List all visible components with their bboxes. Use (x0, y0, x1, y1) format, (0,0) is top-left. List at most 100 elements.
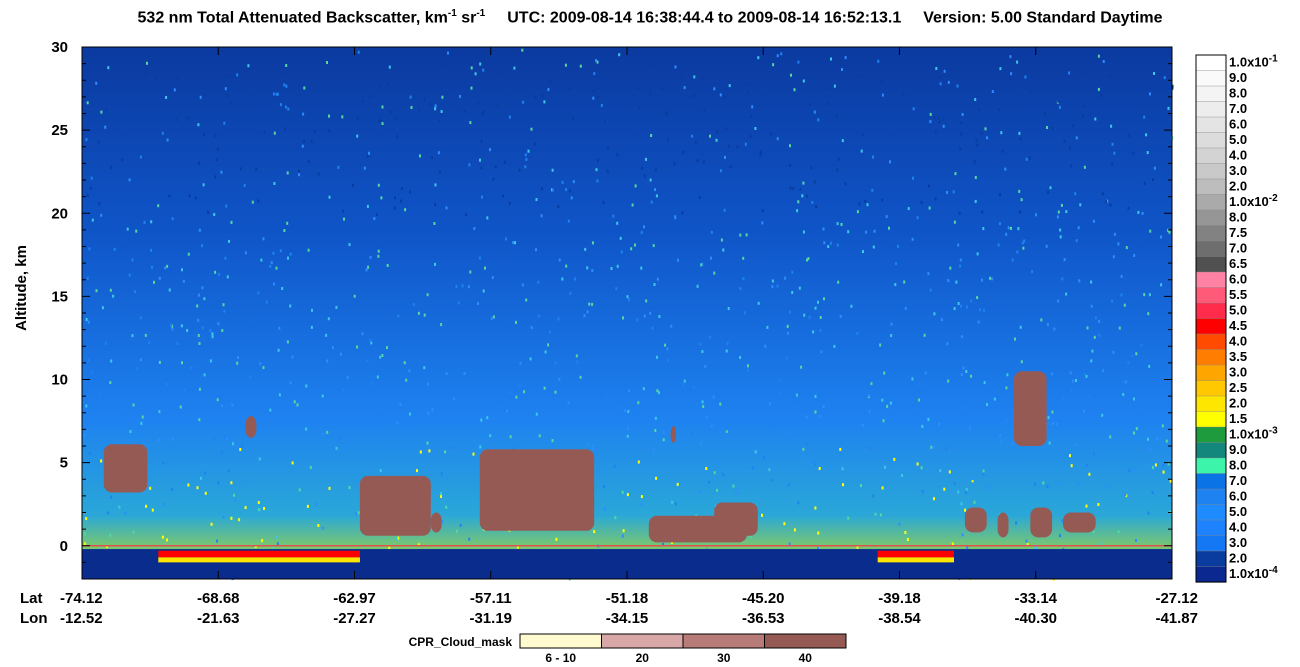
noise-speckle (825, 86, 827, 90)
noise-speckle (1146, 151, 1149, 155)
noise-speckle (1023, 69, 1025, 73)
noise-speckle (369, 95, 372, 99)
noise-speckle (356, 117, 359, 121)
noise-speckle (695, 403, 698, 407)
noise-speckle (479, 62, 482, 66)
noise-speckle (666, 359, 669, 362)
colorbar-label: 7.0 (1229, 101, 1247, 116)
noise-speckle (317, 524, 320, 527)
noise-speckle (171, 327, 174, 331)
noise-speckle (158, 276, 161, 280)
noise-speckle (225, 204, 228, 208)
noise-speckle (1035, 213, 1037, 217)
noise-speckle (739, 287, 742, 291)
noise-speckle (1059, 534, 1061, 538)
noise-speckle (113, 247, 116, 251)
colorbar-segment (1195, 54, 1227, 72)
noise-speckle (469, 121, 472, 125)
noise-speckle (1162, 464, 1165, 467)
noise-speckle (186, 329, 189, 332)
colorbar-label: 6.0 (1229, 117, 1247, 132)
noise-speckle (530, 326, 533, 330)
noise-speckle (1161, 424, 1164, 428)
cloud-mask-bin-label: 6 - 10 (545, 651, 576, 665)
noise-speckle (568, 86, 571, 90)
noise-speckle (511, 51, 514, 55)
noise-speckle (457, 301, 460, 305)
noise-speckle (696, 159, 699, 163)
noise-speckle (957, 243, 960, 247)
noise-speckle (624, 409, 627, 413)
colorbar-segment (1195, 457, 1227, 475)
noise-speckle (535, 412, 538, 416)
colorbar-label: 2.5 (1229, 380, 1247, 395)
noise-speckle (835, 114, 838, 118)
noise-speckle (537, 280, 540, 284)
noise-speckle (346, 376, 349, 379)
noise-speckle (1113, 151, 1116, 155)
noise-speckle (110, 165, 113, 169)
noise-speckle (352, 183, 354, 187)
noise-speckle (445, 206, 448, 210)
noise-speckle (284, 127, 287, 131)
noise-speckle (573, 277, 576, 281)
noise-speckle (356, 345, 359, 349)
noise-speckle (943, 487, 946, 491)
noise-speckle (1100, 93, 1103, 97)
noise-speckle (666, 347, 669, 351)
colorbar-segment (1195, 395, 1227, 413)
noise-speckle (934, 129, 937, 133)
noise-speckle (1044, 112, 1046, 116)
noise-speckle (666, 113, 669, 117)
noise-speckle (957, 302, 960, 305)
noise-speckle (768, 402, 771, 406)
noise-speckle (379, 469, 382, 472)
noise-speckle (612, 214, 615, 218)
colorbar-label: 7.5 (1229, 225, 1247, 240)
noise-speckle (144, 333, 147, 337)
noise-speckle (866, 203, 869, 207)
noise-speckle (367, 265, 370, 269)
noise-speckle (759, 153, 762, 157)
noise-speckle (118, 505, 121, 509)
noise-speckle (927, 272, 930, 276)
noise-speckle (426, 441, 429, 445)
noise-speckle (99, 392, 102, 396)
noise-speckle (790, 73, 792, 77)
noise-speckle (882, 419, 885, 423)
noise-speckle (482, 289, 485, 293)
noise-speckle (597, 158, 599, 162)
noise-speckle (306, 504, 309, 508)
noise-speckle (938, 422, 940, 426)
noise-speckle (1111, 162, 1114, 166)
noise-speckle (654, 188, 656, 192)
noise-speckle (1093, 335, 1096, 339)
noise-speckle (637, 460, 640, 464)
noise-speckle (1098, 542, 1101, 546)
noise-speckle (565, 188, 568, 191)
noise-speckle (708, 480, 711, 484)
noise-speckle (87, 358, 90, 362)
cloud-mask-region (1063, 512, 1096, 533)
noise-speckle (789, 144, 791, 148)
noise-speckle (655, 476, 658, 480)
noise-speckle (719, 93, 722, 97)
noise-speckle (610, 267, 613, 270)
noise-speckle (388, 65, 391, 69)
noise-speckle (1058, 105, 1061, 109)
noise-speckle (920, 466, 923, 470)
noise-speckle (216, 147, 219, 151)
noise-speckle (279, 103, 282, 107)
noise-speckle (408, 190, 411, 194)
noise-speckle (618, 68, 621, 72)
noise-speckle (971, 477, 974, 481)
noise-speckle (743, 311, 746, 315)
noise-speckle (959, 147, 962, 151)
noise-speckle (811, 200, 814, 204)
noise-speckle (1137, 210, 1140, 214)
noise-speckle (806, 443, 809, 447)
noise-speckle (928, 413, 931, 417)
noise-speckle (278, 393, 281, 397)
noise-speckle (214, 437, 217, 441)
noise-speckle (85, 404, 88, 408)
